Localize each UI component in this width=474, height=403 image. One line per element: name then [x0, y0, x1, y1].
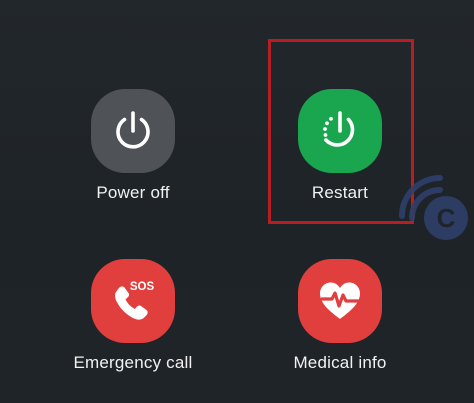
power-off-tile: [91, 89, 175, 173]
medical-info-button[interactable]: Medical info: [250, 259, 430, 373]
medical-info-label: Medical info: [293, 353, 387, 372]
emergency-call-button[interactable]: SOS Emergency call: [43, 259, 223, 373]
power-off-button[interactable]: Power off: [43, 89, 223, 203]
emergency-call-label: Emergency call: [73, 353, 193, 372]
power-off-label: Power off: [96, 183, 170, 202]
power-menu-screen: Power off Restart SOS Emergency call Med…: [0, 0, 474, 403]
emergency-call-tile: SOS: [91, 259, 175, 343]
heart-pulse-icon: [320, 282, 360, 319]
restart-icon: [323, 111, 355, 147]
medical-info-tile: [298, 259, 382, 343]
svg-text:C: C: [437, 203, 456, 233]
phone-sos-icon: SOS: [115, 281, 155, 320]
sos-badge: SOS: [130, 281, 155, 293]
restart-label: Restart: [311, 183, 369, 202]
restart-button[interactable]: Restart: [250, 89, 430, 203]
power-icon: [116, 111, 150, 149]
restart-tile: [298, 89, 382, 173]
